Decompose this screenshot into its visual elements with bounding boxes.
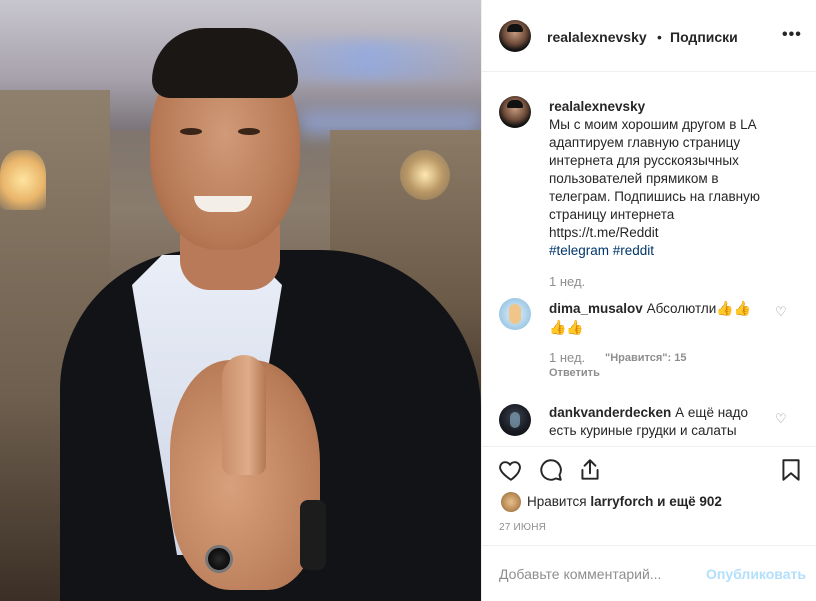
comment-text: Абсолютли xyxy=(646,301,717,316)
comment-username[interactable]: dankvanderdecken xyxy=(549,405,671,420)
liker-avatar[interactable] xyxy=(501,492,521,512)
comment-text: есть куриные грудки и салаты xyxy=(549,423,737,438)
comment-time[interactable]: 1 нед. xyxy=(549,350,585,365)
caption-line: страницу интернета xyxy=(549,207,675,222)
likes-prefix: Нравится xyxy=(527,494,587,509)
action-bar xyxy=(482,446,816,486)
author-username[interactable]: realalexnevsky xyxy=(547,29,647,45)
caption-line: Мы с моим хорошим другом в LA xyxy=(549,117,757,132)
comment-item: dankvanderdecken А ещё надо есть куриные… xyxy=(549,404,777,438)
post-photo[interactable] xyxy=(0,0,481,601)
post-date[interactable]: 27 ИЮНЯ xyxy=(499,522,546,533)
caption-time[interactable]: 1 нед. xyxy=(549,274,585,289)
reply-button[interactable]: Ответить xyxy=(549,367,600,379)
likes-count[interactable]: и ещё 902 xyxy=(657,494,722,509)
more-icon[interactable]: ••• xyxy=(782,26,802,44)
caption-hashtags[interactable]: #telegram #reddit xyxy=(549,243,654,258)
caption-line: пользователей прямиком в xyxy=(549,171,719,186)
comment-username[interactable]: dima_musalov xyxy=(549,301,643,316)
caption-line: интернета для русскоязычных xyxy=(549,153,739,168)
following-button[interactable]: Подписки xyxy=(670,29,738,45)
comment-likes[interactable]: "Нравится": 15 xyxy=(605,352,686,364)
heart-small-icon[interactable]: ♡ xyxy=(775,305,788,318)
heart-small-icon[interactable]: ♡ xyxy=(775,412,788,425)
thumbs-up-emoji: 👍👍 xyxy=(716,300,752,316)
heart-icon[interactable] xyxy=(498,457,524,483)
caption-link[interactable]: https://t.me/Reddit xyxy=(549,225,659,240)
post-panel: realalexnevsky • Подписки ••• realalexne… xyxy=(481,0,816,601)
comment-text: А ещё надо xyxy=(675,405,749,420)
caption-avatar[interactable] xyxy=(499,96,531,128)
bookmark-icon[interactable] xyxy=(778,457,804,483)
liker-username[interactable]: larryforch xyxy=(590,494,653,509)
caption-line: телеграм. Подпишись на главную xyxy=(549,189,760,204)
publish-button[interactable]: Опубликовать xyxy=(706,566,806,582)
header-separator: • xyxy=(657,29,662,45)
likes-summary[interactable]: Нравится larryforch и ещё 902 xyxy=(499,490,799,514)
caption-line: адаптируем главную страницу xyxy=(549,135,741,150)
author-avatar[interactable] xyxy=(499,20,531,52)
thumbs-up-emoji: 👍👍 xyxy=(549,319,584,335)
commenter-avatar[interactable] xyxy=(499,298,531,330)
comment-item: dima_musalov Абсолютли👍👍 👍👍 xyxy=(549,299,777,337)
caption-username[interactable]: realalexnevsky xyxy=(549,98,789,116)
add-comment-bar: Добавьте комментарий... Опубликовать xyxy=(482,545,816,601)
comment-icon[interactable] xyxy=(538,457,564,483)
comment-input[interactable]: Добавьте комментарий... xyxy=(499,566,661,582)
commenter-avatar[interactable] xyxy=(499,404,531,436)
share-icon[interactable] xyxy=(577,457,603,483)
comments-list[interactable]: realalexnevsky Мы с моим хорошим другом … xyxy=(482,73,816,438)
post-header: realalexnevsky • Подписки ••• xyxy=(482,0,816,72)
caption-text: realalexnevsky Мы с моим хорошим другом … xyxy=(549,98,789,260)
